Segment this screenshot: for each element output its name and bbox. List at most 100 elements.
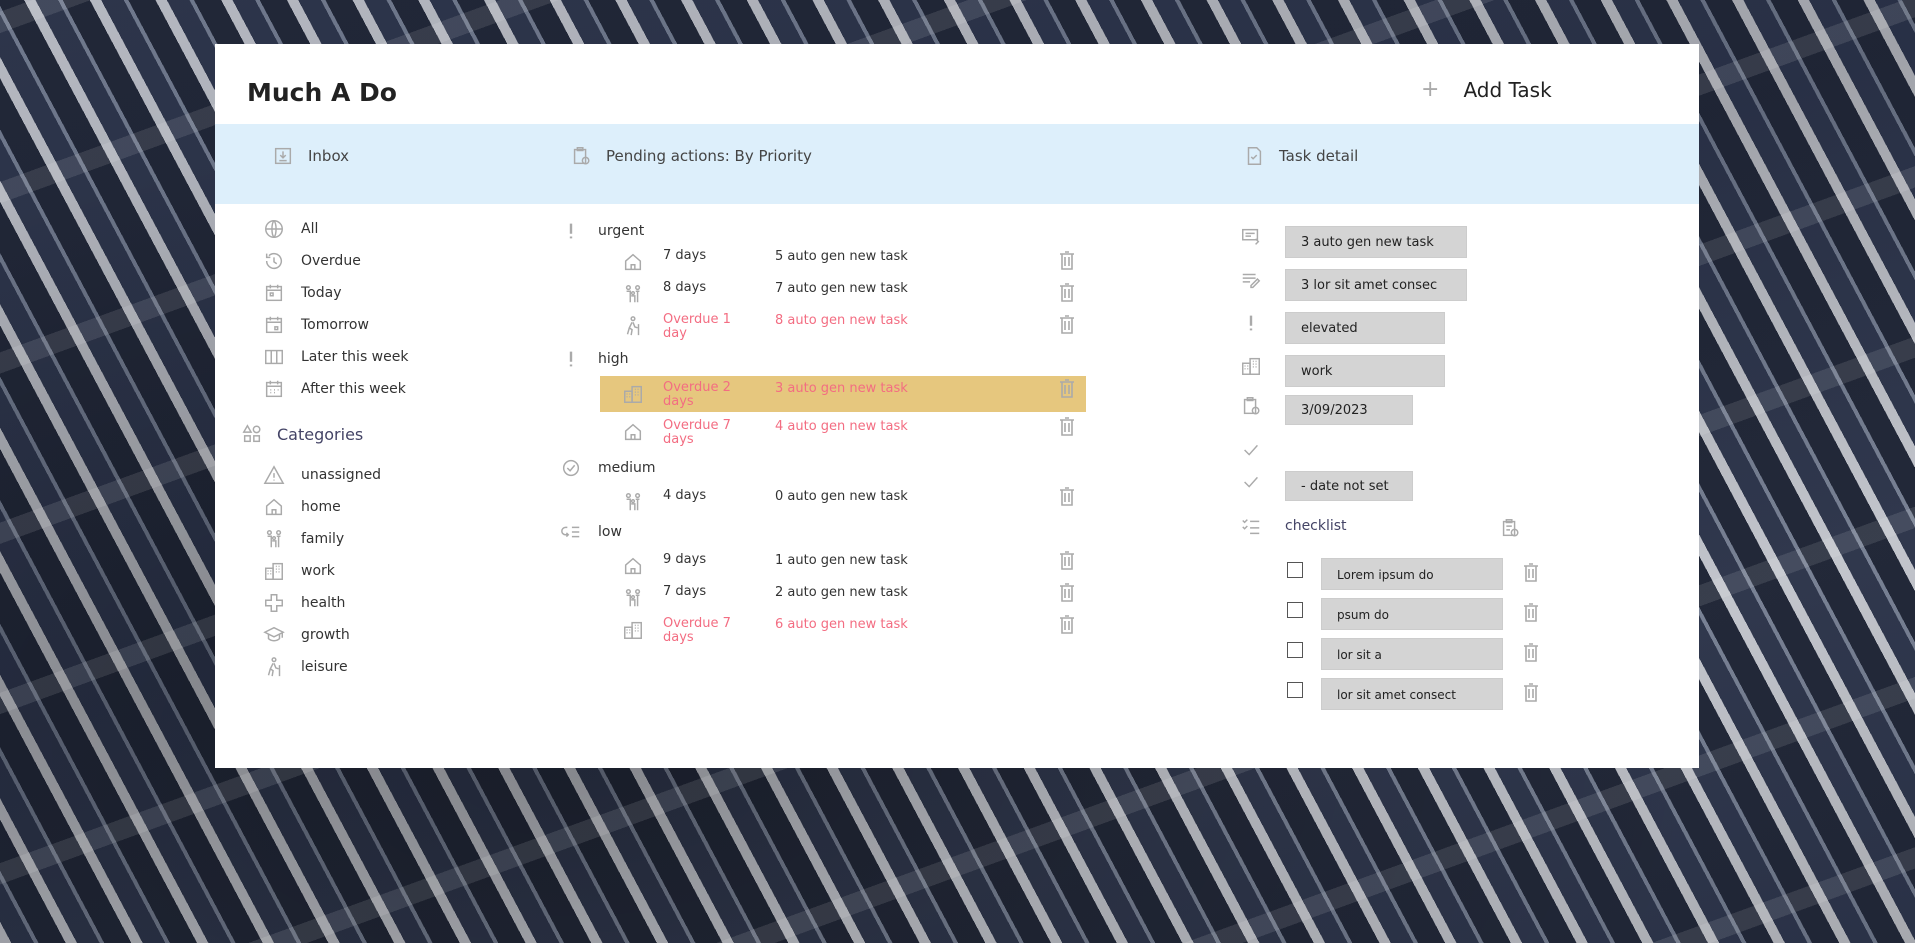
checklist-label: checklist [1285,518,1347,534]
category-item-unassigned[interactable]: unassigned [263,464,381,486]
group-label: high [598,351,629,367]
checklist-checkbox[interactable] [1287,642,1303,658]
trash-icon[interactable] [1057,581,1077,603]
checklist-item-field[interactable]: lor sit a [1321,638,1503,670]
task-name: 8 auto gen new task [775,313,908,328]
category-item-work[interactable]: work [263,560,335,582]
group-label: urgent [598,223,645,239]
home-icon [622,251,644,273]
checklist-item-field[interactable]: lor sit amet consect [1321,678,1503,710]
categories-heading: Categories [241,423,363,445]
trash-icon[interactable] [1057,549,1077,571]
checklist-item-field[interactable]: psum do [1321,598,1503,630]
task-row[interactable]: 8 days 7 auto gen new task [600,276,1086,312]
task-name: 1 auto gen new task [775,553,908,568]
trash-icon[interactable] [1521,601,1541,623]
detail-check-icon-wrap [1240,439,1262,461]
nav-item-label: Today [301,285,342,301]
trash-icon[interactable] [1057,313,1077,335]
checklist-header: checklist [1240,515,1347,537]
task-category-field[interactable] [1285,355,1445,387]
task-title-field[interactable] [1285,226,1467,258]
add-checklist-item-button[interactable] [1499,517,1521,539]
inbox-header: Inbox [272,145,349,167]
checklist-checkbox[interactable] [1287,562,1303,578]
task-notes-field[interactable] [1285,269,1467,301]
family-icon [622,587,644,609]
checklist-icon [1240,515,1262,537]
category-item-label: unassigned [301,467,382,483]
category-item-home[interactable]: home [263,496,341,518]
task-name: 6 auto gen new task [775,617,908,632]
trash-icon[interactable] [1521,641,1541,663]
globe-icon [263,218,285,240]
task-name: 0 auto gen new task [775,489,908,504]
category-item-growth[interactable]: growth [263,624,350,646]
detail-label: Task detail [1279,147,1359,165]
nav-item-today[interactable]: Today [263,282,342,304]
add-task-button[interactable]: + Add Task [1421,78,1552,102]
pending-label: Pending actions: By Priority [606,147,812,165]
category-item-family[interactable]: family [263,528,344,550]
task-row[interactable]: 7 days 2 auto gen new task [600,580,1086,616]
nav-item-later-this-week[interactable]: Later this week [263,346,408,368]
task-row[interactable]: Overdue 7 days 4 auto gen new task [600,414,1086,450]
check-circle-icon [560,457,582,479]
detail-notes-icon-wrap [1240,269,1262,291]
task-row[interactable]: 4 days 0 auto gen new task [600,484,1086,520]
trash-icon[interactable] [1057,485,1077,507]
category-item-label: home [301,499,341,515]
nav-item-tomorrow[interactable]: Tomorrow [263,314,369,336]
task-row-selected[interactable]: Overdue 2 days 3 auto gen new task [600,376,1086,412]
task-due-date-field[interactable] [1285,395,1413,425]
detail-priority-icon-wrap [1240,312,1262,334]
task-row[interactable]: Overdue 7 days 6 auto gen new task [600,612,1086,648]
priority-group-medium: medium [560,457,656,479]
trash-icon[interactable] [1057,415,1077,437]
detail-title-icon-wrap [1240,226,1262,248]
trash-icon[interactable] [1057,377,1077,399]
home-icon [622,555,644,577]
nav-item-overdue[interactable]: Overdue [263,250,361,272]
trash-icon[interactable] [1521,561,1541,583]
nav-item-label: After this week [301,381,406,397]
section-bar: Inbox Pending actions: By Priority Task … [215,124,1699,204]
low-priority-icon [560,521,582,543]
category-item-leisure[interactable]: leisure [263,656,348,678]
clipboard-add-icon [1499,517,1521,539]
trash-icon[interactable] [1057,249,1077,271]
task-completed-date-field[interactable] [1285,471,1413,501]
notes-edit-icon [1240,269,1262,291]
inbox-label: Inbox [308,147,350,165]
family-icon [263,528,285,550]
inbox-download-icon [272,145,294,167]
task-row[interactable]: 7 days 5 auto gen new task [600,244,1086,280]
checklist-checkbox[interactable] [1287,602,1303,618]
nav-item-label: Later this week [301,349,409,365]
exclamation-icon [560,348,582,370]
task-row[interactable]: 9 days 1 auto gen new task [600,548,1086,584]
nav-item-all[interactable]: All [263,218,318,240]
category-item-label: leisure [301,659,348,675]
trash-icon[interactable] [1057,613,1077,635]
nav-item-label: Tomorrow [301,317,369,333]
checklist-item-field[interactable]: Lorem ipsum do [1321,558,1503,590]
trash-icon[interactable] [1521,681,1541,703]
home-icon [263,496,285,518]
warning-icon [263,464,285,486]
hiking-icon [622,315,644,337]
task-when: Overdue 2 days [663,380,731,409]
category-item-label: family [301,531,345,547]
priority-group-urgent: urgent [560,220,644,242]
hiking-icon [263,656,285,678]
category-item-health[interactable]: health [263,592,345,614]
trash-icon[interactable] [1057,281,1077,303]
group-label: medium [598,460,656,476]
priority-group-high: high [560,348,629,370]
task-row[interactable]: Overdue 1 day 8 auto gen new task [600,308,1086,344]
checklist-checkbox[interactable] [1287,682,1303,698]
nav-item-after-this-week[interactable]: After this week [263,378,406,400]
group-label: low [598,524,622,540]
detail-completed-icon-wrap [1240,471,1262,493]
task-priority-field[interactable] [1285,312,1445,344]
